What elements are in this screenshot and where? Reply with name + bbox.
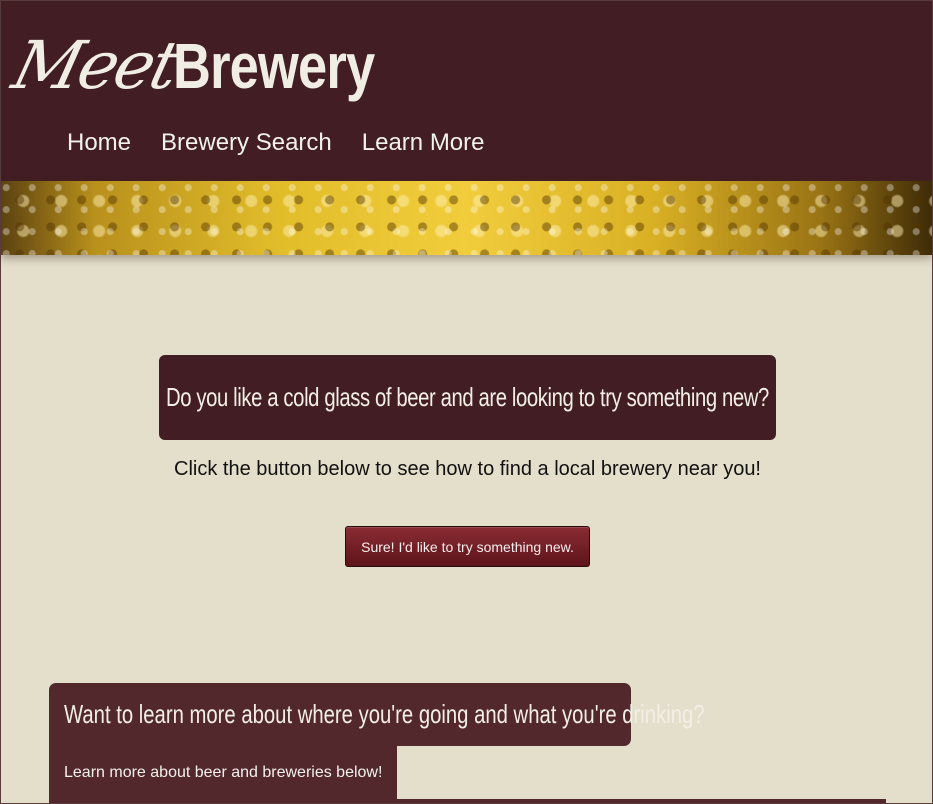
hero-title: Do you like a cold glass of beer and are… (166, 382, 769, 412)
logo-script-text: Meet (5, 27, 185, 104)
site-logo[interactable]: MeetBrewery (5, 27, 419, 107)
site-header: MeetBrewery Home Brewery Search Learn Mo… (1, 1, 932, 181)
learn-more-tab[interactable]: Learn more about beer and breweries belo… (49, 746, 397, 803)
learn-more-title: Want to learn more about where you're go… (64, 699, 705, 729)
beer-bubbles-banner (1, 181, 932, 255)
main-nav: Home Brewery Search Learn More (67, 129, 485, 157)
logo-bold-text: Brewery (173, 30, 375, 102)
learn-more-heading-box: Want to learn more about where you're go… (49, 683, 705, 746)
learn-more-divider (397, 799, 886, 803)
page: MeetBrewery Home Brewery Search Learn Mo… (0, 0, 933, 804)
nav-home-link[interactable]: Home (67, 129, 131, 157)
nav-brewery-search-link[interactable]: Brewery Search (161, 129, 332, 157)
learn-more-tab-label: Learn more about beer and breweries belo… (64, 763, 383, 781)
try-something-new-button[interactable]: Sure! I'd like to try something new. (345, 526, 590, 567)
nav-learn-more-link[interactable]: Learn More (362, 129, 485, 157)
hero-subtitle: Click the button below to see how to fin… (174, 458, 761, 480)
hero-heading-box: Do you like a cold glass of beer and are… (159, 355, 776, 440)
